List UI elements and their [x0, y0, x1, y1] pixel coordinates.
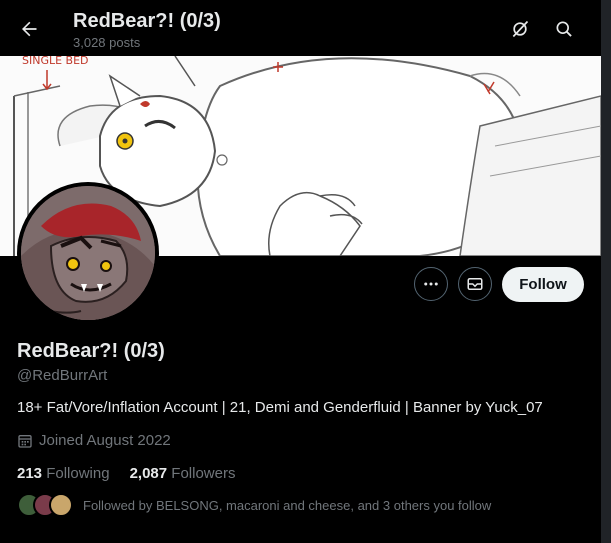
- search-button[interactable]: [547, 12, 581, 46]
- more-dots-icon: [424, 282, 438, 286]
- post-count: 3,028 posts: [73, 35, 141, 50]
- calendar-icon: [18, 434, 32, 448]
- follow-button[interactable]: Follow: [502, 267, 584, 302]
- profile-handle: @RedBurrArt: [17, 367, 108, 384]
- grok-slash-icon: [512, 20, 529, 38]
- joined-text: Joined August 2022: [39, 432, 171, 449]
- followers-link[interactable]: 2,087 Followers: [130, 465, 236, 482]
- avatar-image: [21, 186, 155, 320]
- search-icon: [556, 21, 572, 37]
- profile-avatar[interactable]: [17, 182, 159, 324]
- header-title: RedBear?! (0/3): [73, 10, 221, 32]
- profile-stats: 213 Following 2,087 Followers: [17, 465, 235, 482]
- arrow-left-icon: [22, 21, 37, 37]
- banner-annotation: SINGLE BED: [22, 56, 89, 67]
- joined-date: Joined August 2022: [17, 432, 171, 449]
- followed-by-row[interactable]: Followed by BELSONG, macaroni and cheese…: [17, 493, 491, 517]
- follower-avatar: [49, 493, 73, 517]
- followed-by-text[interactable]: Followed by BELSONG, macaroni and cheese…: [83, 498, 491, 513]
- followers-label: Followers: [171, 465, 236, 482]
- mail-icon: [467, 278, 483, 290]
- following-label: Following: [46, 465, 110, 482]
- followers-count: 2,087: [129, 465, 168, 482]
- right-scroll-frame: [601, 0, 611, 543]
- following-link[interactable]: 213 Following: [17, 465, 110, 482]
- profile-header-bar: RedBear?! (0/3) 3,028 posts: [0, 0, 601, 56]
- grok-button[interactable]: [503, 12, 537, 46]
- following-count: 213: [17, 465, 43, 482]
- back-button[interactable]: [12, 12, 46, 46]
- message-button[interactable]: [458, 267, 492, 301]
- profile-bio: 18+ Fat/Vore/Inflation Account | 21, Dem…: [17, 399, 543, 416]
- profile-name: RedBear?! (0/3): [17, 340, 165, 362]
- more-options-button[interactable]: [414, 267, 448, 301]
- header-title-block: RedBear?! (0/3) 3,028 posts: [73, 9, 221, 51]
